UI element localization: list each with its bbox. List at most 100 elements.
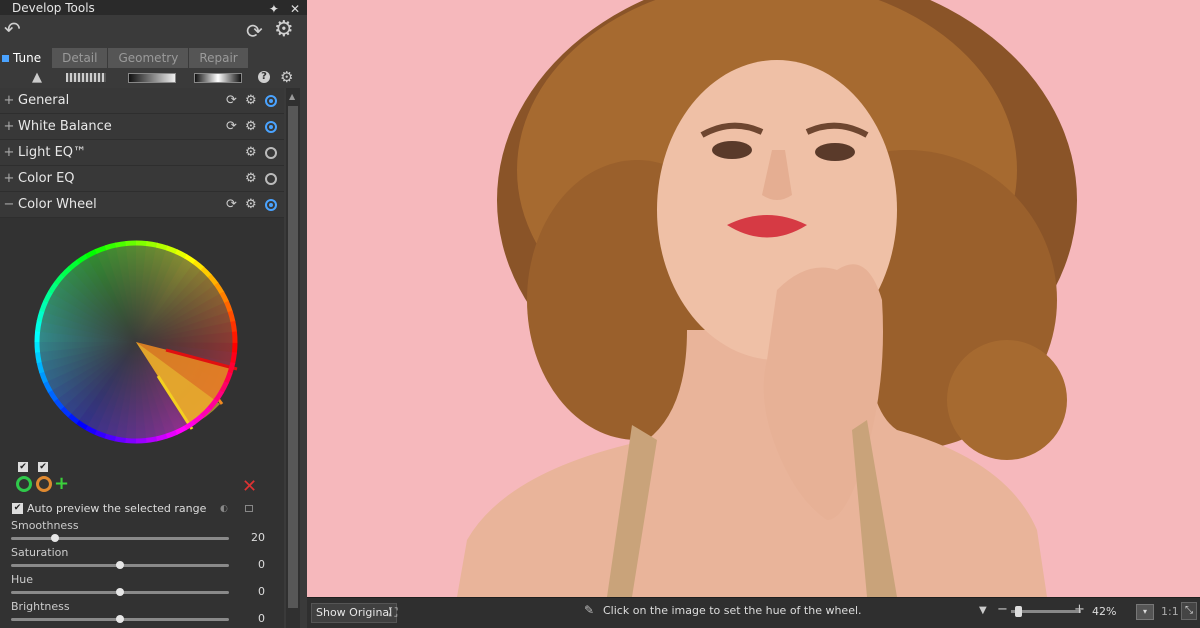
gear-icon[interactable]: ⚙: [245, 119, 257, 134]
range1-swatch[interactable]: [16, 476, 32, 492]
slider-value[interactable]: 0: [245, 585, 265, 598]
image-canvas[interactable]: [307, 0, 1200, 597]
settings-gear-icon[interactable]: ⚙: [274, 17, 294, 42]
zoom-out-icon[interactable]: −: [997, 602, 1008, 617]
enable-toggle-icon[interactable]: [265, 121, 277, 133]
collapse-icon[interactable]: −: [0, 197, 18, 212]
slider-label: Brightness: [11, 600, 70, 613]
tab-tune[interactable]: Tune: [0, 48, 52, 68]
section-label: Color EQ: [18, 171, 75, 186]
zoom-in-icon[interactable]: +: [1074, 602, 1085, 617]
tab-tune-label: Tune: [13, 51, 42, 65]
slider-track[interactable]: [11, 537, 229, 540]
section-list: + General ⟳ ⚙ + White Balance ⟳ ⚙ + Light EQ™ ⚙ + Co…: [0, 88, 284, 218]
section-row[interactable]: + Light EQ™ ⚙: [0, 140, 284, 166]
section-row[interactable]: − Color Wheel ⟳ ⚙: [0, 192, 284, 218]
enable-toggle-icon[interactable]: [265, 199, 277, 211]
develop-tools-panel: Develop Tools ✦ ✕ ↶ ⟳ ⚙ Tune Detail Geom…: [0, 0, 307, 628]
section-label: White Balance: [18, 119, 112, 134]
auto-preview-option[interactable]: ✔ Auto preview the selected range: [12, 502, 206, 515]
zoom-dropdown-icon[interactable]: ▼: [979, 605, 987, 616]
zoom-select-button[interactable]: ▾: [1136, 604, 1154, 620]
zoom-value: 42%: [1092, 605, 1117, 618]
slider-value[interactable]: 20: [245, 531, 265, 544]
range2-swatch[interactable]: [36, 476, 52, 492]
slider-knob[interactable]: [116, 561, 124, 569]
slider-saturation[interactable]: Saturation 0: [11, 546, 276, 572]
mask-toggle-icon[interactable]: [245, 505, 253, 512]
help-icon[interactable]: ?: [258, 71, 270, 83]
show-original-button[interactable]: Show Original: [311, 603, 398, 623]
expand-icon[interactable]: +: [0, 119, 18, 134]
add-range-icon[interactable]: +: [54, 473, 69, 494]
tab-geometry[interactable]: Geometry: [108, 48, 189, 68]
auto-preview-checkbox[interactable]: ✔: [12, 503, 23, 514]
section-row[interactable]: + Color EQ ⚙: [0, 166, 284, 192]
portrait-photo: [307, 0, 1200, 597]
fit-screen-icon[interactable]: ⛶: [389, 605, 397, 620]
expand-icon[interactable]: +: [0, 145, 18, 160]
slider-knob[interactable]: [51, 534, 59, 542]
panel-titlebar: Develop Tools ✦ ✕: [0, 0, 307, 16]
contrast-gradient-icon[interactable]: [194, 73, 242, 83]
enable-toggle-icon[interactable]: [265, 147, 277, 159]
scroll-up-icon[interactable]: ▲: [289, 92, 295, 101]
tune-toolbar: ▲ ? ⚙: [0, 68, 307, 88]
gear-icon[interactable]: ⚙: [245, 145, 257, 160]
panel-toolbar: ↶ ⟳ ⚙: [0, 15, 307, 45]
reset-all-icon[interactable]: ⟳: [246, 19, 263, 43]
section-label: Light EQ™: [18, 145, 87, 160]
status-hint: Click on the image to set the hue of the…: [603, 604, 862, 617]
reset-icon[interactable]: ⟳: [226, 197, 237, 212]
range1-checkbox[interactable]: ✔: [18, 462, 28, 472]
status-bar: Show Original ⛶ ✎ Click on the image to …: [307, 597, 1200, 628]
section-label: Color Wheel: [18, 197, 97, 212]
tab-repair[interactable]: Repair: [189, 48, 248, 68]
tab-detail[interactable]: Detail: [52, 48, 108, 68]
tune-gear-icon[interactable]: ⚙: [280, 68, 293, 86]
reset-icon[interactable]: ⟳: [226, 119, 237, 134]
tone-gradient-icon[interactable]: [128, 73, 176, 83]
section-label: General: [18, 93, 70, 108]
panel-scrollbar[interactable]: ▲: [286, 88, 300, 628]
enable-toggle-icon[interactable]: [265, 95, 277, 107]
expand-icon[interactable]: +: [0, 93, 18, 108]
slider-brightness[interactable]: Brightness 0: [11, 600, 276, 626]
contrast-toggle-icon[interactable]: ◐: [220, 504, 228, 514]
color-wheel[interactable]: [30, 236, 242, 448]
app-window: Develop Tools ✦ ✕ ↶ ⟳ ⚙ Tune Detail Geom…: [0, 0, 1200, 628]
expand-icon[interactable]: +: [0, 171, 18, 186]
gear-icon[interactable]: ⚙: [245, 93, 257, 108]
panel-title: Develop Tools: [12, 0, 95, 15]
slider-label: Smoothness: [11, 519, 79, 532]
panel-tabs: Tune Detail Geometry Repair: [0, 48, 307, 68]
reset-icon[interactable]: ⟳: [226, 93, 237, 108]
eyedropper-icon: ✎: [584, 603, 595, 617]
slider-knob[interactable]: [116, 615, 124, 623]
undo-icon[interactable]: ↶: [4, 17, 21, 41]
warning-icon[interactable]: ▲: [32, 70, 42, 85]
slider-smoothness[interactable]: Smoothness 20: [11, 519, 276, 545]
slider-label: Hue: [11, 573, 34, 586]
slider-hue[interactable]: Hue 0: [11, 573, 276, 599]
close-icon[interactable]: ✕: [287, 2, 303, 16]
gear-icon[interactable]: ⚙: [245, 171, 257, 186]
section-row[interactable]: + White Balance ⟳ ⚙: [0, 114, 284, 140]
slider-value[interactable]: 0: [245, 558, 265, 571]
color-wheel-section: ✔ ✔ + ✕ ✔ Auto preview the selected rang…: [0, 218, 284, 628]
range2-checkbox[interactable]: ✔: [38, 462, 48, 472]
zoom-1to1-button[interactable]: 1:1: [1161, 605, 1179, 618]
fullscreen-icon[interactable]: ⤡: [1181, 602, 1197, 620]
slider-value[interactable]: 0: [245, 612, 265, 625]
enable-toggle-icon[interactable]: [265, 173, 277, 185]
gear-icon[interactable]: ⚙: [245, 197, 257, 212]
scroll-thumb[interactable]: [288, 106, 298, 608]
section-row[interactable]: + General ⟳ ⚙: [0, 88, 284, 114]
zoom-slider-knob[interactable]: [1015, 606, 1022, 617]
auto-preview-label: Auto preview the selected range: [27, 502, 207, 515]
slider-label: Saturation: [11, 546, 69, 559]
slider-knob[interactable]: [116, 588, 124, 596]
pin-icon[interactable]: ✦: [266, 2, 282, 16]
histogram-icon[interactable]: [66, 73, 106, 82]
delete-range-icon[interactable]: ✕: [242, 476, 257, 497]
